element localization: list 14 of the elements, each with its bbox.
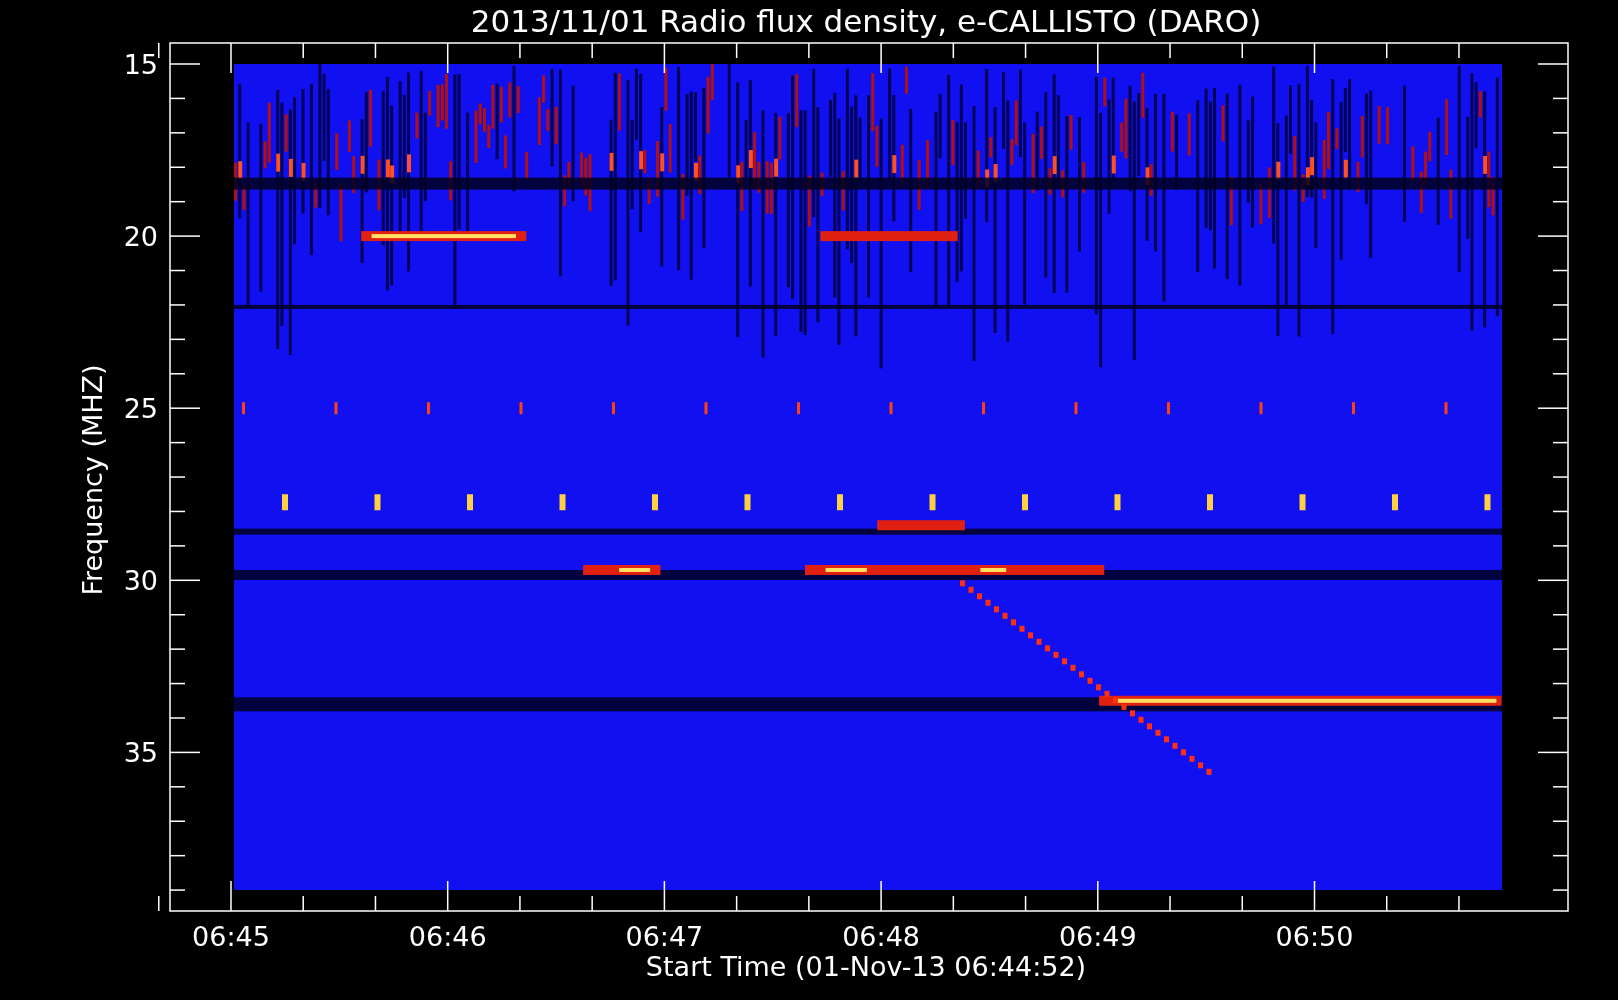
- y-tick-label: 20: [123, 221, 158, 253]
- y-tick-label: 35: [123, 737, 158, 769]
- x-tick-label: 06:47: [625, 921, 704, 952]
- x-axis-label: Start Time (01-Nov-13 06:44:52): [645, 951, 1087, 982]
- y-tick-label: 30: [123, 565, 158, 597]
- y-tick-label: 15: [123, 49, 158, 80]
- y-tick-label: 25: [123, 393, 158, 425]
- x-tick-label: 06:45: [192, 921, 270, 952]
- x-tick-label: 06:46: [408, 921, 487, 952]
- x-tick-label: 06:49: [1058, 921, 1137, 952]
- x-tick-label: 06:48: [842, 921, 920, 952]
- x-tick-label: 06:50: [1275, 921, 1354, 952]
- y-axis-label: Frequency (MHZ): [77, 364, 108, 596]
- chart-title: 2013/11/01 Radio flux density, e-CALLISTO (DARO): [470, 3, 1262, 39]
